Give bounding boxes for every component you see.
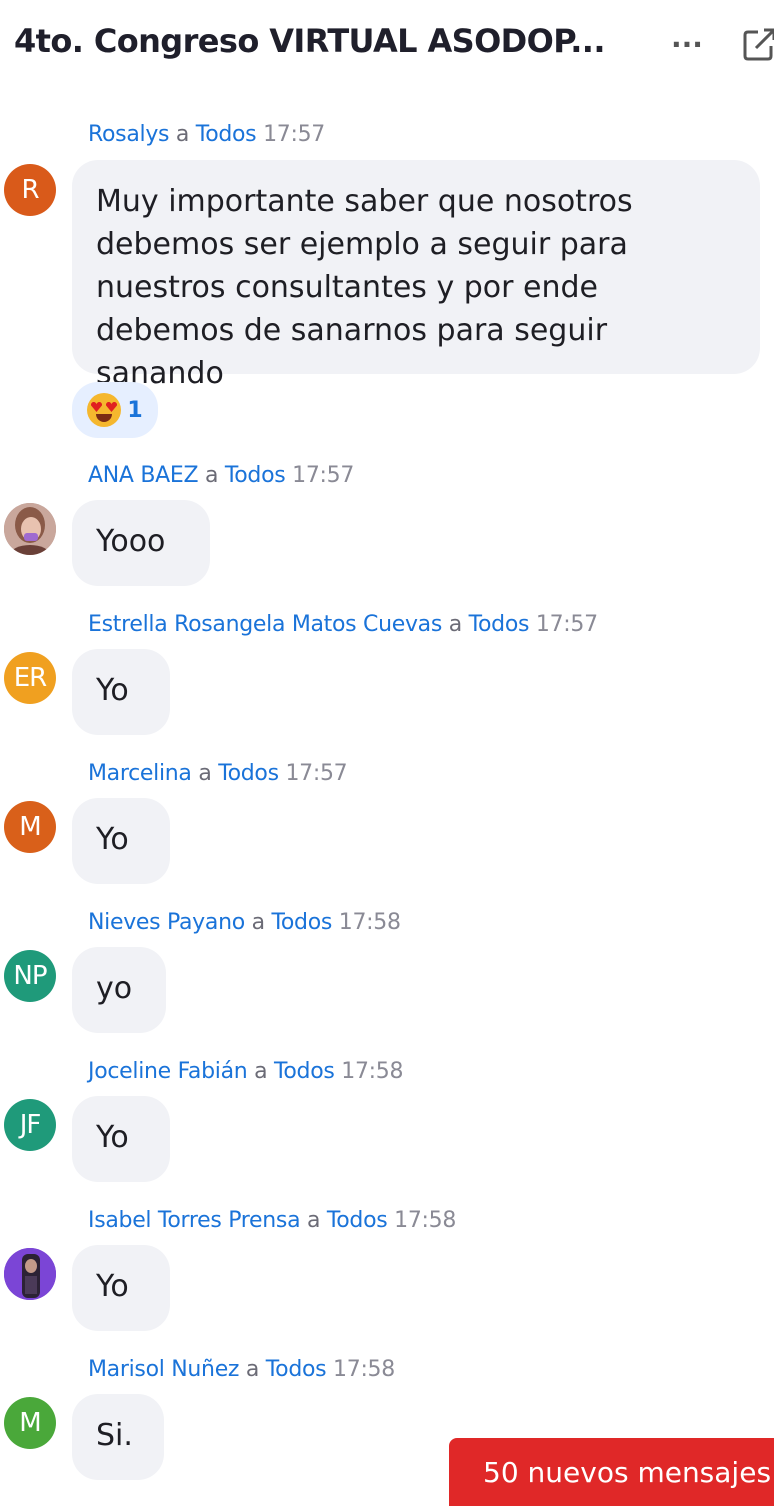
message-time: 17:57 bbox=[535, 612, 598, 637]
message-bubble[interactable]: Muy importante saber que nosotros debemo… bbox=[72, 160, 760, 391]
recipient-prefix: a bbox=[175, 122, 190, 147]
recipient-name[interactable]: Todos bbox=[271, 910, 332, 935]
message-bubble[interactable]: Si. bbox=[72, 1394, 164, 1480]
reaction-chip[interactable]: 1 bbox=[72, 382, 158, 438]
message-time: 17:58 bbox=[394, 1208, 457, 1233]
sender-name[interactable]: Joceline Fabián bbox=[88, 1059, 248, 1084]
message-bubble[interactable]: Yo bbox=[72, 1245, 170, 1331]
avatar[interactable]: R bbox=[4, 164, 56, 216]
pop-out-icon[interactable] bbox=[742, 26, 774, 62]
avatar[interactable] bbox=[4, 503, 56, 555]
recipient-prefix: a bbox=[448, 612, 462, 637]
heart-eyes-emoji-icon bbox=[87, 393, 122, 427]
message-meta: Nieves Payano a Todos 17:58 bbox=[88, 910, 401, 935]
message-meta: ANA BAEZ a Todos 17:57 bbox=[88, 463, 354, 488]
message-time: 17:57 bbox=[285, 761, 348, 786]
recipient-name[interactable]: Todos bbox=[218, 761, 279, 786]
message-meta: Marisol Nuñez a Todos 17:58 bbox=[88, 1357, 395, 1382]
message-meta: Rosalys a Todos 17:57 bbox=[88, 122, 325, 147]
recipient-prefix: a bbox=[245, 1357, 260, 1382]
message-bubble[interactable]: Yo bbox=[72, 798, 170, 884]
message-bubble[interactable]: yo bbox=[72, 947, 166, 1033]
recipient-name[interactable]: Todos bbox=[469, 612, 530, 637]
recipient-name[interactable]: Todos bbox=[225, 463, 286, 488]
recipient-prefix: a bbox=[306, 1208, 321, 1233]
avatar[interactable]: NP bbox=[4, 950, 56, 1002]
message-meta: Marcelina a Todos 17:57 bbox=[88, 761, 348, 786]
sender-name[interactable]: Rosalys bbox=[88, 122, 170, 147]
sender-name[interactable]: Nieves Payano bbox=[88, 910, 245, 935]
sender-name[interactable]: Estrella Rosangela Matos Cuevas bbox=[88, 612, 442, 637]
sender-name[interactable]: Marisol Nuñez bbox=[88, 1357, 239, 1382]
profile-photo-icon bbox=[4, 1248, 56, 1300]
avatar[interactable] bbox=[4, 1248, 56, 1300]
sender-name[interactable]: Isabel Torres Prensa bbox=[88, 1208, 301, 1233]
avatar[interactable]: M bbox=[4, 801, 56, 853]
profile-photo-icon bbox=[4, 503, 56, 555]
message-time: 17:58 bbox=[333, 1357, 395, 1382]
message-time: 17:58 bbox=[341, 1059, 404, 1084]
recipient-prefix: a bbox=[251, 910, 265, 935]
recipient-name[interactable]: Todos bbox=[196, 122, 257, 147]
recipient-prefix: a bbox=[198, 761, 212, 786]
avatar[interactable]: M bbox=[4, 1397, 56, 1449]
avatar[interactable]: ER bbox=[4, 652, 56, 704]
recipient-name[interactable]: Todos bbox=[266, 1357, 327, 1382]
recipient-name[interactable]: Todos bbox=[274, 1059, 335, 1084]
message-meta: Isabel Torres Prensa a Todos 17:58 bbox=[88, 1208, 456, 1233]
more-options-icon[interactable]: ··· bbox=[666, 24, 708, 64]
message-meta: Estrella Rosangela Matos Cuevas a Todos … bbox=[88, 612, 598, 637]
avatar[interactable]: JF bbox=[4, 1099, 56, 1151]
message-time: 17:57 bbox=[263, 122, 325, 147]
recipient-prefix: a bbox=[254, 1059, 268, 1084]
message-bubble[interactable]: Yo bbox=[72, 1096, 170, 1182]
new-messages-button[interactable]: 50 nuevos mensajes bbox=[449, 1438, 774, 1506]
message-time: 17:58 bbox=[338, 910, 401, 935]
sender-name[interactable]: Marcelina bbox=[88, 761, 192, 786]
recipient-name[interactable]: Todos bbox=[327, 1208, 388, 1233]
message-time: 17:57 bbox=[292, 463, 355, 488]
message-bubble[interactable]: Yooo bbox=[72, 500, 210, 586]
message-meta: Joceline Fabián a Todos 17:58 bbox=[88, 1059, 403, 1084]
chat-title: 4to. Congreso VIRTUAL ASODOP... bbox=[14, 22, 605, 60]
recipient-prefix: a bbox=[204, 463, 219, 488]
sender-name[interactable]: ANA BAEZ bbox=[88, 463, 199, 488]
chat-header: 4to. Congreso VIRTUAL ASODOP... ··· bbox=[0, 0, 774, 95]
reaction-count: 1 bbox=[127, 397, 143, 423]
message-bubble[interactable]: Yo bbox=[72, 649, 170, 735]
